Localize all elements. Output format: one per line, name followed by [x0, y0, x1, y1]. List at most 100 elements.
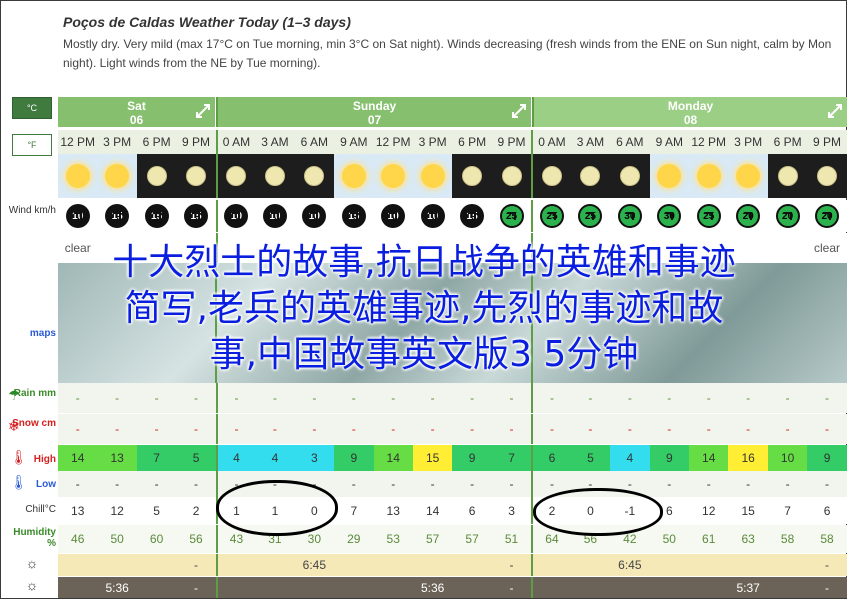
- rain-cell: -: [154, 391, 159, 405]
- time-cell: 9 AM: [340, 135, 368, 149]
- chill-cell: -1: [624, 503, 636, 518]
- sunrise-cell: [137, 554, 176, 576]
- thermometer-high-icon: 🌡: [10, 449, 28, 465]
- sunrise-cell: 6:45: [302, 558, 327, 572]
- chill-cell: 5: [153, 503, 160, 518]
- humidity-cell: 46: [71, 532, 85, 546]
- day-date: 06: [129, 113, 144, 127]
- low-temp-cell: -: [75, 477, 80, 491]
- snow-cell: -: [75, 422, 80, 436]
- low-temp-cell: -: [194, 477, 199, 491]
- weather-map-strip[interactable]: [58, 263, 847, 383]
- humidity-cell: 30: [307, 532, 322, 546]
- sky-cell: [373, 154, 413, 198]
- sunset-cell: [452, 577, 491, 598]
- sun-icon: [736, 164, 761, 188]
- sunset-cell: -: [194, 580, 199, 595]
- humidity-cell: 61: [702, 532, 716, 546]
- sunrise-cell: [374, 554, 413, 576]
- sky-cell: [334, 154, 374, 198]
- chill-cell: 7: [784, 503, 791, 518]
- sunrise-cell: [413, 554, 452, 576]
- forecast-summary: Mostly dry. Very mild (max 17°C on Tue m…: [63, 37, 832, 70]
- rain-cell: -: [312, 391, 317, 405]
- time-cell: 6 PM: [773, 135, 802, 149]
- moon-icon: [501, 166, 522, 186]
- sunrise-cell: 6:45: [618, 558, 642, 572]
- rain-cell: -: [706, 391, 711, 405]
- sun-icon: [696, 164, 721, 188]
- sunset-cell: [295, 577, 334, 598]
- chill-row-label: Chill°C: [25, 504, 56, 515]
- wind-cell: 25: [571, 200, 610, 232]
- low-temp-cell: -: [215, 471, 255, 497]
- day-header-sunday[interactable]: Sunday 07: [216, 97, 531, 127]
- sunrise-cell: [452, 554, 491, 576]
- snow-cell: -: [746, 422, 751, 436]
- expand-icon[interactable]: [827, 103, 843, 119]
- moon-icon: [541, 166, 562, 186]
- high-temp-cell: 9: [649, 445, 689, 471]
- condition-cell: [255, 233, 294, 263]
- low-temp-cell: -: [531, 471, 570, 497]
- time-row: 12 PM 3 PM 6 PM 9 PM 0 AM 3 AM 6 AM 9 AM 12 PM 3 …: [58, 130, 847, 154]
- time-cell: 3 AM: [261, 135, 289, 149]
- sunset-cell: [689, 577, 728, 598]
- chill-cell: 2: [192, 503, 200, 518]
- sky-cell: [58, 154, 98, 198]
- day-name: Sunday: [352, 99, 397, 113]
- condition-cell: [97, 233, 136, 263]
- high-temp-cell: 10: [767, 445, 808, 471]
- wind-cell: 15: [452, 200, 491, 232]
- sun-icon: [105, 164, 130, 188]
- wind-cell: 15: [137, 200, 176, 232]
- snow-cell: -: [430, 422, 435, 436]
- sky-cell: [136, 154, 177, 198]
- day-header-monday[interactable]: Monday 08: [532, 97, 847, 127]
- chill-cell: 6: [823, 503, 831, 518]
- sky-cell: [807, 154, 847, 198]
- low-temp-cell: -: [272, 477, 277, 491]
- condition-cell: [176, 233, 215, 263]
- time-cell: 12 PM: [691, 135, 727, 149]
- sky-cell: [649, 154, 689, 198]
- humidity-cell: 58: [820, 532, 834, 546]
- wind-cell: 20: [807, 200, 846, 232]
- wind-arrow-icon: 25: [578, 204, 603, 228]
- humidity-cell: 42: [623, 532, 637, 546]
- rain-cell: -: [430, 391, 435, 405]
- chill-cell: 14: [425, 503, 440, 518]
- moon-icon: [304, 166, 325, 186]
- celsius-toggle[interactable]: °C: [12, 97, 52, 119]
- sunset-cell: [374, 577, 413, 598]
- wind-cell: 10: [295, 200, 334, 232]
- condition-cell: clear: [814, 241, 841, 255]
- rain-cell: -: [272, 391, 277, 405]
- moon-icon: [264, 166, 285, 186]
- expand-icon[interactable]: [195, 103, 211, 119]
- sun-icon: [341, 164, 366, 188]
- wind-arrow-icon: 15: [144, 204, 169, 228]
- thermometer-low-icon: 🌡: [10, 474, 28, 490]
- chill-cell: 6: [665, 503, 673, 518]
- sunrise-cell: [215, 554, 255, 576]
- snow-icon: ❄: [8, 418, 20, 434]
- time-cell: 9 PM: [497, 135, 526, 149]
- low-temp-cell: -: [154, 477, 159, 491]
- rain-row: --------------------: [58, 383, 847, 413]
- rain-cell: -: [627, 391, 632, 405]
- chill-cell: 0: [311, 503, 318, 518]
- expand-icon[interactable]: [511, 103, 527, 119]
- high-temp-cell: 7: [136, 445, 177, 471]
- low-temp-cell: -: [430, 477, 435, 491]
- moon-icon: [817, 166, 838, 186]
- wind-cell: 10: [374, 200, 413, 232]
- snow-cell: -: [785, 422, 790, 436]
- wind-arrow-icon: 10: [262, 204, 287, 228]
- time-cell: 6 PM: [458, 135, 487, 149]
- high-temp-cell: 5: [176, 445, 216, 471]
- day-header-sat[interactable]: Sat 06: [58, 97, 215, 127]
- wind-row-label: Wind km/h: [8, 205, 56, 216]
- chill-cell: 15: [741, 503, 755, 518]
- fahrenheit-toggle[interactable]: °F: [12, 134, 52, 156]
